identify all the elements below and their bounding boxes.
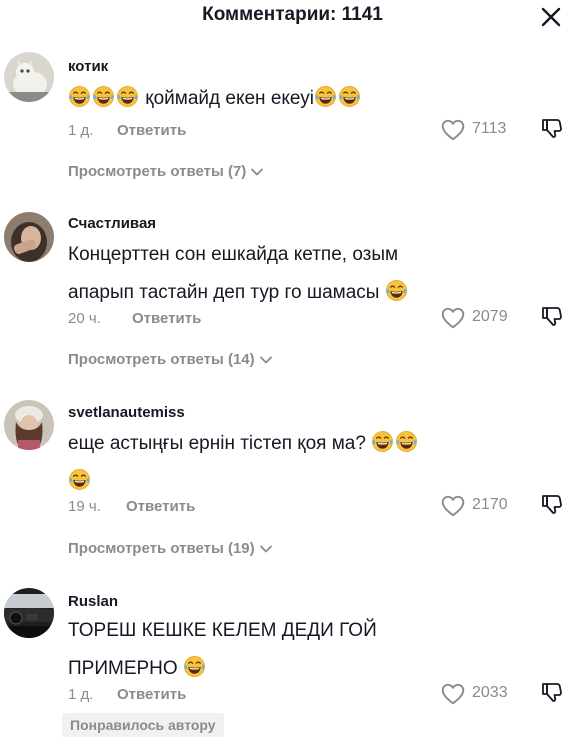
comment-text: еще астыңғы ернін тістеп қоя ма? <box>68 425 508 501</box>
like-count: 2079 <box>472 308 508 325</box>
avatar[interactable] <box>4 588 54 638</box>
comment-timestamp: 1 д. <box>68 686 94 703</box>
reply-button[interactable]: Ответить <box>132 310 201 327</box>
comment-username[interactable]: котик <box>68 58 108 75</box>
laughing-tears-emoji <box>338 85 361 108</box>
close-icon[interactable] <box>540 6 562 28</box>
reply-button[interactable]: Ответить <box>117 686 186 703</box>
user-avatar-image <box>4 400 54 450</box>
like-count: 2170 <box>472 496 508 513</box>
dislike-icon[interactable] <box>540 304 564 328</box>
comment-timestamp: 1 д. <box>68 122 94 139</box>
comments-header: Комментарии: 1141 <box>0 0 585 34</box>
view-replies-label: Просмотреть ответы (14) <box>68 351 255 368</box>
dislike-icon[interactable] <box>540 492 564 516</box>
cat-avatar-image <box>4 52 54 102</box>
comment-text-line: ТОРЕШ КЕШКЕ КЕЛЕМ ДЕДИ ГОЙ <box>68 620 377 641</box>
avatar[interactable] <box>4 52 54 102</box>
car-interior-avatar-image <box>4 588 54 638</box>
view-replies-label: Просмотреть ответы (7) <box>68 163 247 180</box>
laughing-tears-emoji <box>116 85 139 108</box>
like-count: 2033 <box>472 684 508 701</box>
laughing-tears-emoji <box>92 85 115 108</box>
view-replies-button[interactable]: Просмотреть ответы (14) <box>68 351 273 368</box>
comment-text: қоймайд екен екеуі <box>68 80 508 118</box>
heart-icon <box>440 305 466 331</box>
heart-icon <box>440 117 466 143</box>
comment-text: ТОРЕШ КЕШКЕ КЕЛЕМ ДЕДИ ГОЙ ПРИМЕРНО <box>68 612 508 688</box>
laughing-tears-emoji <box>385 279 408 302</box>
heart-icon <box>440 681 466 707</box>
reply-button[interactable]: Ответить <box>117 122 186 139</box>
view-replies-button[interactable]: Просмотреть ответы (7) <box>68 163 264 180</box>
laughing-tears-emoji <box>371 430 394 453</box>
comment-text-line: еще астыңғы ернін тістеп қоя ма? <box>68 425 508 463</box>
comment-username[interactable]: svetlanautemiss <box>68 404 185 421</box>
laughing-tears-emoji <box>314 85 337 108</box>
dislike-icon[interactable] <box>540 680 564 704</box>
user-avatar-image <box>4 212 54 262</box>
comment-text-body: қоймайд екен екеуі <box>145 88 314 109</box>
comment-text: Концерттен сон ешкайда кетпе, озым апары… <box>68 236 528 312</box>
liked-by-author-badge: Понравилось автору <box>62 713 224 737</box>
view-replies-label: Просмотреть ответы (19) <box>68 540 255 557</box>
comment-timestamp: 20 ч. <box>68 310 101 327</box>
heart-icon <box>440 493 466 519</box>
chevron-down-icon <box>259 542 273 556</box>
laughing-tears-emoji <box>68 468 91 491</box>
avatar[interactable] <box>4 400 54 450</box>
comments-count-title: Комментарии: 1141 <box>202 4 383 25</box>
reply-button[interactable]: Ответить <box>126 498 195 515</box>
comment-text-line: Концерттен сон ешкайда кетпе, озым <box>68 244 399 265</box>
chevron-down-icon <box>250 165 264 179</box>
avatar[interactable] <box>4 212 54 262</box>
laughing-tears-emoji <box>68 85 91 108</box>
dislike-icon[interactable] <box>540 116 564 140</box>
laughing-tears-emoji <box>395 430 418 453</box>
comment-username[interactable]: Счастливая <box>68 215 156 232</box>
view-replies-button[interactable]: Просмотреть ответы (19) <box>68 540 273 557</box>
laughing-tears-emoji <box>183 655 206 678</box>
comment-timestamp: 19 ч. <box>68 498 101 515</box>
like-count: 7113 <box>472 120 507 137</box>
chevron-down-icon <box>259 353 273 367</box>
comment-username[interactable]: Ruslan <box>68 593 118 610</box>
